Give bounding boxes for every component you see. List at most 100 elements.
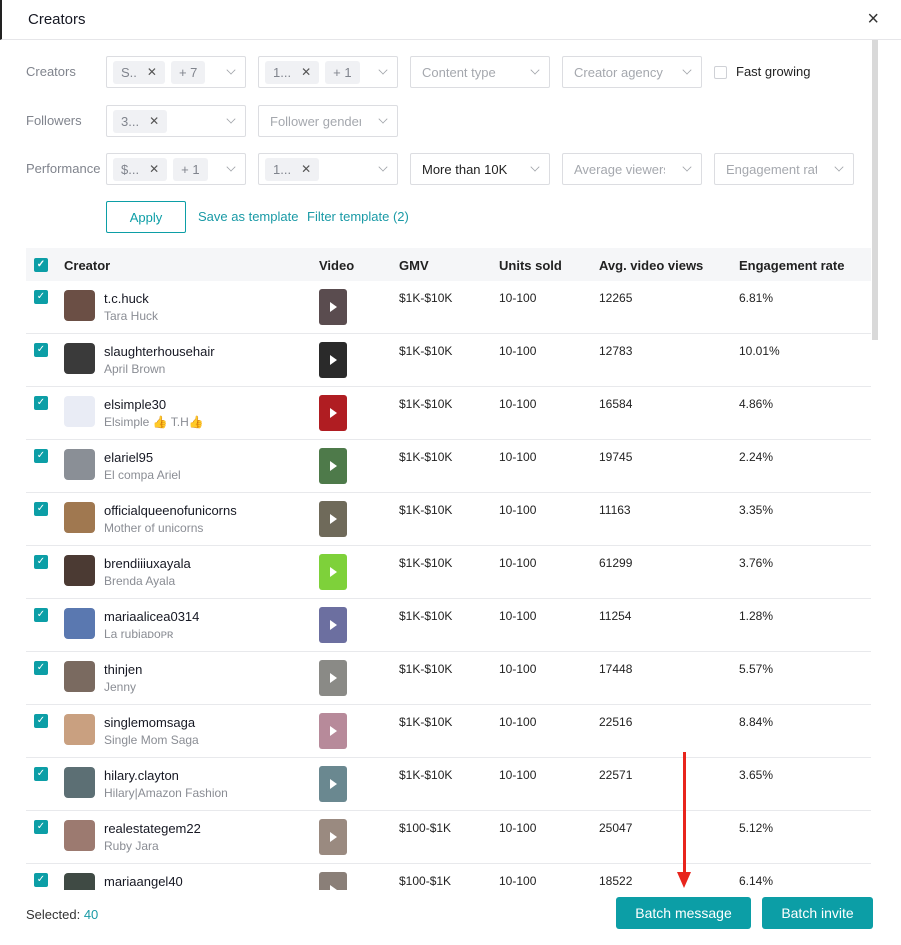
video-views-select[interactable]: More than 10K bbox=[410, 153, 550, 185]
creator-username[interactable]: elariel95 bbox=[104, 450, 153, 465]
engagement-rate-value: 10.01% bbox=[739, 344, 780, 358]
save-as-template-link[interactable]: Save as template bbox=[198, 209, 298, 224]
table-row[interactable]: ✓ elsimple30 Elsimple 👍 T.H👍 $1K-$10K 10… bbox=[26, 387, 871, 440]
video-thumbnail-play-icon[interactable] bbox=[319, 289, 347, 325]
creator-username[interactable]: slaughterhousehair bbox=[104, 344, 215, 359]
content-type-select[interactable]: Content type bbox=[410, 56, 550, 88]
creator-username[interactable]: mariaangel40 bbox=[104, 874, 183, 889]
table-row[interactable]: ✓ brendiiiuxayala Brenda Ayala $1K-$10K … bbox=[26, 546, 871, 599]
scrollbar[interactable] bbox=[872, 40, 878, 340]
creator-username[interactable]: hilary.clayton bbox=[104, 768, 179, 783]
avg-views-value: 61299 bbox=[599, 556, 633, 570]
apply-button[interactable]: Apply bbox=[106, 201, 186, 233]
avg-views-value: 22516 bbox=[599, 715, 633, 729]
creator-username[interactable]: brendiiiuxayala bbox=[104, 556, 191, 571]
creator-username[interactable]: singlemomsaga bbox=[104, 715, 195, 730]
table-row[interactable]: ✓ elariel95 El compa Ariel $1K-$10K 10-1… bbox=[26, 440, 871, 493]
row-checkbox[interactable]: ✓ bbox=[34, 290, 48, 304]
engagement-rate-value: 1.28% bbox=[739, 609, 774, 623]
creator-username[interactable]: elsimple30 bbox=[104, 397, 166, 412]
tag-text: S.. bbox=[121, 64, 137, 80]
table-row[interactable]: ✓ t.c.huck Tara Huck $1K-$10K 10-100 122… bbox=[26, 281, 871, 334]
followers-count-select[interactable]: 3... ✕ bbox=[106, 105, 246, 137]
avatar bbox=[64, 290, 95, 321]
table-row[interactable]: ✓ realestategem22 Ruby Jara $100-$1K 10-… bbox=[26, 811, 871, 864]
row-checkbox[interactable]: ✓ bbox=[34, 608, 48, 622]
filter-tag: $... ✕ bbox=[113, 157, 168, 181]
tag-text: 3... bbox=[121, 113, 140, 129]
close-icon[interactable]: × bbox=[867, 8, 879, 31]
chevron-down-icon bbox=[682, 162, 692, 172]
remove-tag-icon[interactable]: ✕ bbox=[147, 65, 157, 79]
follower-gender-select[interactable]: Follower gender bbox=[258, 105, 398, 137]
table-row[interactable]: ✓ slaughterhousehair April Brown $1K-$10… bbox=[26, 334, 871, 387]
table-row[interactable]: ✓ hilary.clayton Hilary|Amazon Fashion $… bbox=[26, 758, 871, 811]
batch-invite-button[interactable]: Batch invite bbox=[762, 897, 873, 929]
table-row[interactable]: ✓ thinjen Jenny $1K-$10K 10-100 17448 5.… bbox=[26, 652, 871, 705]
engagement-rate-value: 8.84% bbox=[739, 715, 774, 729]
filter-tag: 1... ✕ bbox=[265, 60, 320, 84]
tag-text: 1... bbox=[273, 161, 292, 177]
units-sold-select[interactable]: 1... ✕ bbox=[258, 153, 398, 185]
remove-tag-icon[interactable]: ✕ bbox=[149, 162, 159, 176]
engagement-rate-value: 5.57% bbox=[739, 662, 774, 676]
row-checkbox[interactable]: ✓ bbox=[34, 661, 48, 675]
row-checkbox[interactable]: ✓ bbox=[34, 820, 48, 834]
fast-growing-label: Fast growing bbox=[736, 64, 811, 79]
footer: Selected: 40 Batch message Batch invite bbox=[0, 890, 901, 945]
units-sold-value: 10-100 bbox=[499, 397, 537, 411]
row-checkbox[interactable]: ✓ bbox=[34, 396, 48, 410]
creator-username[interactable]: officialqueenofunicorns bbox=[104, 503, 237, 518]
engagement-rate-select[interactable]: Engagement rate bbox=[714, 153, 854, 185]
gmv-value: $1K-$10K bbox=[399, 291, 453, 305]
row-checkbox[interactable]: ✓ bbox=[34, 767, 48, 781]
avatar bbox=[64, 449, 95, 480]
creators-category-select[interactable]: S.. ✕ + 7 bbox=[106, 56, 246, 88]
gmv-select[interactable]: $... ✕ + 1 bbox=[106, 153, 246, 185]
filter-template-link[interactable]: Filter template (2) bbox=[307, 209, 409, 224]
units-sold-value: 10-100 bbox=[499, 821, 537, 835]
row-checkbox[interactable]: ✓ bbox=[34, 873, 48, 887]
creator-username[interactable]: thinjen bbox=[104, 662, 142, 677]
fast-growing-checkbox[interactable] bbox=[714, 66, 727, 79]
table-row[interactable]: ✓ mariaalicea0314 La rubiaᴅᴏᴘʀ $1K-$10K … bbox=[26, 599, 871, 652]
remove-tag-icon[interactable]: ✕ bbox=[149, 114, 159, 128]
video-thumbnail-play-icon[interactable] bbox=[319, 501, 347, 537]
table-row[interactable]: ✓ singlemomsaga Single Mom Saga $1K-$10K… bbox=[26, 705, 871, 758]
creator-username[interactable]: t.c.huck bbox=[104, 291, 149, 306]
select-all-checkbox[interactable]: ✓ bbox=[34, 258, 48, 272]
video-thumbnail-play-icon[interactable] bbox=[319, 554, 347, 590]
creators-second-select[interactable]: 1... ✕ + 1 bbox=[258, 56, 398, 88]
table-row[interactable]: ✓ officialqueenofunicorns Mother of unic… bbox=[26, 493, 871, 546]
video-thumbnail-play-icon[interactable] bbox=[319, 395, 347, 431]
filter-tag: S.. ✕ bbox=[113, 60, 165, 84]
creator-agency-select[interactable]: Creator agency bbox=[562, 56, 702, 88]
video-thumbnail-play-icon[interactable] bbox=[319, 607, 347, 643]
row-checkbox[interactable]: ✓ bbox=[34, 343, 48, 357]
remove-tag-icon[interactable]: ✕ bbox=[301, 65, 311, 79]
video-thumbnail-play-icon[interactable] bbox=[319, 660, 347, 696]
units-sold-value: 10-100 bbox=[499, 768, 537, 782]
video-thumbnail-play-icon[interactable] bbox=[319, 819, 347, 855]
row-checkbox[interactable]: ✓ bbox=[34, 714, 48, 728]
video-thumbnail-play-icon[interactable] bbox=[319, 766, 347, 802]
units-sold-value: 10-100 bbox=[499, 450, 537, 464]
avg-views-value: 11254 bbox=[599, 609, 632, 623]
units-sold-value: 10-100 bbox=[499, 662, 537, 676]
avatar bbox=[64, 767, 95, 798]
row-checkbox[interactable]: ✓ bbox=[34, 502, 48, 516]
units-sold-value: 10-100 bbox=[499, 874, 537, 888]
row-checkbox[interactable]: ✓ bbox=[34, 449, 48, 463]
video-thumbnail-play-icon[interactable] bbox=[319, 448, 347, 484]
creator-username[interactable]: realestategem22 bbox=[104, 821, 201, 836]
row-checkbox[interactable]: ✓ bbox=[34, 555, 48, 569]
remove-tag-icon[interactable]: ✕ bbox=[301, 162, 311, 176]
video-thumbnail-play-icon[interactable] bbox=[319, 713, 347, 749]
placeholder: Creator agency bbox=[574, 64, 663, 80]
average-viewers-select[interactable]: Average viewers p bbox=[562, 153, 702, 185]
more-tags: + 1 bbox=[173, 157, 208, 181]
batch-message-button[interactable]: Batch message bbox=[616, 897, 751, 929]
avg-views-value: 22571 bbox=[599, 768, 633, 782]
video-thumbnail-play-icon[interactable] bbox=[319, 342, 347, 378]
creator-username[interactable]: mariaalicea0314 bbox=[104, 609, 199, 624]
